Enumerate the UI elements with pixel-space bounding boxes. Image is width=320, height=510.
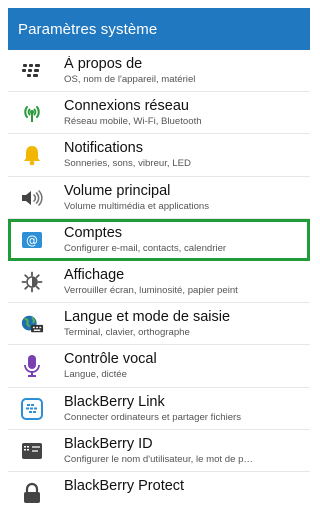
settings-item-subtitle: Configurer e-mail, contacts, calendrier — [64, 242, 227, 254]
settings-item-subtitle: Volume multimédia et applications — [64, 200, 210, 212]
settings-item-title: BlackBerry Link — [64, 393, 165, 410]
header-bar: Paramètres système — [8, 8, 310, 50]
speaker-icon — [20, 186, 44, 210]
settings-item-title: À propos de — [64, 56, 143, 72]
page-title: Paramètres système — [18, 21, 158, 38]
settings-item-voice[interactable]: Contrôle vocal Langue, dictée — [8, 345, 310, 388]
settings-item-title: Connexions réseau — [64, 98, 189, 115]
settings-item-about[interactable]: À propos de OS, nom de l'appareil, matér… — [8, 50, 310, 93]
settings-item-volume[interactable]: Volume principal Volume multimédia et ap… — [8, 177, 310, 219]
settings-list: À propos de OS, nom de l'appareil, matér… — [8, 50, 310, 510]
settings-item-subtitle: Sonneries, sons, vibreur, LED — [64, 158, 191, 170]
settings-item-display[interactable]: Affichage Verrouiller écran, luminosité,… — [8, 261, 310, 304]
lock-icon — [20, 481, 44, 505]
settings-item-title: Notifications — [64, 140, 143, 157]
settings-item-subtitle: Réseau mobile, Wi-Fi, Bluetooth — [64, 116, 202, 128]
antenna-icon — [20, 101, 44, 125]
brightness-icon — [20, 270, 44, 294]
settings-item-accounts[interactable]: @ Comptes Configurer e-mail, contacts, c… — [8, 218, 310, 261]
settings-item-subtitle: Langue, dictée — [64, 369, 127, 381]
settings-screen: Paramètres système À propos de OS, nom d… — [0, 0, 310, 510]
bell-icon — [20, 143, 44, 167]
settings-item-bblink[interactable]: BlackBerry Link Connecter ordinateurs et… — [8, 388, 310, 430]
settings-item-title: Affichage — [64, 266, 125, 283]
settings-item-title: Contrôle vocal — [64, 351, 157, 368]
microphone-icon — [20, 354, 44, 378]
globe-keyboard-icon — [20, 312, 44, 336]
bb-dots-icon — [20, 59, 44, 83]
settings-item-language[interactable]: Langue et mode de saisie Terminal, clavi… — [8, 303, 310, 346]
settings-item-notifications[interactable]: Notifications Sonneries, sons, vibreur, … — [8, 134, 310, 177]
bb-link-icon — [20, 397, 44, 421]
settings-item-bbid[interactable]: BlackBerry ID Configurer le nom d'utilis… — [8, 430, 310, 472]
settings-item-subtitle: Verrouiller écran, luminosité, papier pe… — [64, 284, 238, 296]
settings-item-title: Comptes — [64, 224, 123, 241]
settings-item-subtitle: OS, nom de l'appareil, matériel — [64, 74, 196, 85]
settings-item-title: Volume principal — [64, 182, 171, 199]
settings-item-subtitle: Terminal, clavier, orthographe — [64, 327, 190, 339]
settings-item-title: BlackBerry ID — [64, 435, 153, 452]
at-icon: @ — [20, 228, 44, 252]
settings-item-title: BlackBerry Protect — [64, 477, 185, 494]
settings-item-subtitle: Configurer le nom d'utilisateur, le mot … — [64, 453, 254, 465]
settings-item-bbprotect[interactable]: BlackBerry Protect — [8, 472, 310, 510]
settings-item-subtitle: Connecter ordinateurs et partager fichie… — [64, 411, 242, 423]
settings-item-title: Langue et mode de saisie — [64, 309, 231, 326]
id-card-icon — [20, 439, 44, 463]
settings-item-network[interactable]: Connexions réseau Réseau mobile, Wi-Fi, … — [8, 92, 310, 135]
svg-text:@: @ — [26, 233, 38, 247]
